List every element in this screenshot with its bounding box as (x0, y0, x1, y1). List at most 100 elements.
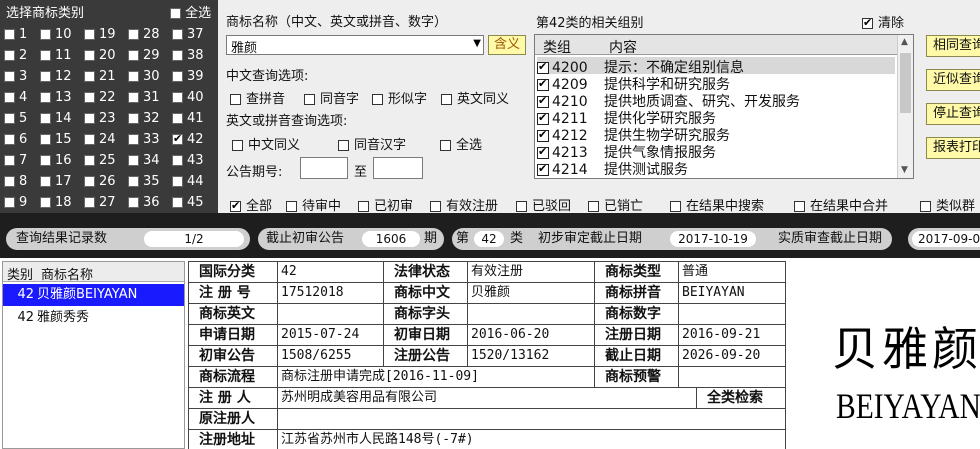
class-checkbox-12[interactable]: 12 (40, 69, 72, 84)
checkbox-icon[interactable] (537, 128, 549, 142)
checkbox-icon[interactable] (84, 92, 95, 103)
checkbox-icon[interactable] (84, 134, 95, 145)
checkbox-icon[interactable] (304, 94, 315, 105)
checkbox-icon[interactable] (172, 50, 183, 61)
checkbox-icon[interactable] (128, 134, 139, 145)
class-checkbox-40[interactable]: 40 (172, 90, 204, 105)
checkbox-icon[interactable] (286, 201, 297, 212)
option-homophone[interactable]: 同音字 (304, 88, 359, 107)
filter-2[interactable]: 已初审 (358, 195, 413, 214)
checkbox-icon[interactable] (84, 29, 95, 40)
select-all-checkbox[interactable]: 全选 (170, 2, 211, 21)
class-checkbox-34[interactable]: 34 (128, 153, 160, 168)
checkbox-icon[interactable] (4, 155, 15, 166)
class-checkbox-14[interactable]: 14 (40, 111, 72, 126)
class-checkbox-7[interactable]: 7 (4, 153, 27, 168)
class-checkbox-11[interactable]: 11 (40, 48, 72, 63)
group-row[interactable]: 4214 提供测试服务 (537, 159, 895, 178)
class-checkbox-32[interactable]: 32 (128, 111, 160, 126)
class-checkbox-45[interactable]: 45 (172, 195, 204, 210)
checkbox-icon[interactable] (128, 29, 139, 40)
class-checkbox-33[interactable]: 33 (128, 132, 160, 147)
checkbox-icon[interactable] (588, 201, 599, 212)
group-row[interactable]: 4200提示：不确定组别信息 (537, 57, 895, 76)
checkbox-icon[interactable] (128, 155, 139, 166)
checkbox-icon[interactable] (920, 201, 931, 212)
same-search-button[interactable]: 相同查询 (926, 35, 980, 57)
checkbox-icon[interactable] (40, 92, 51, 103)
class-checkbox-6[interactable]: 6 (4, 132, 27, 147)
scroll-thumb[interactable] (900, 53, 911, 113)
checkbox-icon[interactable] (430, 201, 441, 212)
class-checkbox-1[interactable]: 1 (4, 27, 27, 42)
checkbox-icon[interactable] (172, 132, 183, 145)
checkbox-icon[interactable] (4, 113, 15, 124)
checkbox-icon[interactable] (172, 155, 183, 166)
announce-to-input[interactable] (373, 157, 423, 179)
checkbox-icon[interactable] (172, 197, 183, 208)
checkbox-icon[interactable] (84, 71, 95, 82)
class-checkbox-2[interactable]: 2 (4, 48, 27, 63)
class-checkbox-42[interactable]: 42 (172, 132, 204, 147)
print-report-button[interactable]: 报表打印 (926, 137, 980, 159)
checkbox-icon[interactable] (4, 197, 15, 208)
group-row[interactable]: 4212提供生物学研究服务 (537, 125, 895, 144)
checkbox-icon[interactable] (40, 134, 51, 145)
checkbox-icon[interactable] (537, 77, 549, 91)
checkbox-icon[interactable] (84, 197, 95, 208)
class-checkbox-37[interactable]: 37 (172, 27, 204, 42)
checkbox-icon[interactable] (230, 94, 241, 105)
filter-4[interactable]: 已驳回 (516, 195, 571, 214)
checkbox-icon[interactable] (372, 94, 383, 105)
announce-from-input[interactable] (300, 157, 348, 179)
checkbox-icon[interactable] (128, 176, 139, 187)
class-checkbox-17[interactable]: 17 (40, 174, 72, 189)
filter-1[interactable]: 待审中 (286, 195, 341, 214)
class-checkbox-35[interactable]: 35 (128, 174, 160, 189)
checkbox-icon[interactable] (172, 92, 183, 103)
checkbox-icon[interactable] (40, 113, 51, 124)
group-list[interactable]: 类组 内容 4200提示：不确定组别信息4209提供科学和研究服务4210提供地… (534, 34, 914, 179)
checkbox-icon[interactable] (40, 197, 51, 208)
group-row[interactable]: 4209提供科学和研究服务 (537, 74, 895, 93)
group-row[interactable]: 4213提供气象情报服务 (537, 142, 895, 161)
class-checkbox-44[interactable]: 44 (172, 174, 204, 189)
class-checkbox-29[interactable]: 29 (128, 48, 160, 63)
checkbox-icon[interactable] (338, 140, 349, 151)
class-checkbox-41[interactable]: 41 (172, 111, 204, 126)
class-checkbox-4[interactable]: 4 (4, 90, 27, 105)
checkbox-icon[interactable] (4, 176, 15, 187)
class-checkbox-23[interactable]: 23 (84, 111, 116, 126)
checkbox-icon[interactable] (172, 29, 183, 40)
checkbox-icon[interactable] (4, 134, 15, 145)
group-scrollbar[interactable]: ▲ ▼ (897, 35, 913, 178)
class-checkbox-24[interactable]: 24 (84, 132, 116, 147)
checkbox-icon[interactable] (440, 140, 451, 151)
checkbox-icon[interactable] (84, 176, 95, 187)
checkbox-icon[interactable] (172, 71, 183, 82)
result-row[interactable]: 42 雅颜秀秀 (3, 307, 184, 329)
option-cn-synonym[interactable]: 中文同义 (232, 134, 300, 153)
class-checkbox-5[interactable]: 5 (4, 111, 27, 126)
class-checkbox-15[interactable]: 15 (40, 132, 72, 147)
class-checkbox-3[interactable]: 3 (4, 69, 27, 84)
checkbox-icon[interactable] (516, 201, 527, 212)
checkbox-icon[interactable] (128, 50, 139, 61)
filter-3[interactable]: 有效注册 (430, 195, 498, 214)
class-checkbox-30[interactable]: 30 (128, 69, 160, 84)
checkbox-icon[interactable] (128, 92, 139, 103)
filter-0[interactable]: 全部 (230, 195, 272, 214)
checkbox-icon[interactable] (537, 111, 549, 125)
meaning-button[interactable]: 含义 (488, 35, 526, 55)
checkbox-icon[interactable] (4, 71, 15, 82)
class-checkbox-20[interactable]: 20 (84, 48, 116, 63)
checkbox-icon[interactable] (40, 176, 51, 187)
class-checkbox-26[interactable]: 26 (84, 174, 116, 189)
scroll-down-icon[interactable]: ▼ (901, 165, 908, 175)
dropdown-arrow-icon[interactable]: ▼ (473, 38, 481, 49)
checkbox-icon[interactable] (794, 201, 805, 212)
checkbox-icon[interactable] (4, 92, 15, 103)
class-checkbox-19[interactable]: 19 (84, 27, 116, 42)
option-english-synonym[interactable]: 英文同义 (441, 88, 509, 107)
class-checkbox-21[interactable]: 21 (84, 69, 116, 84)
